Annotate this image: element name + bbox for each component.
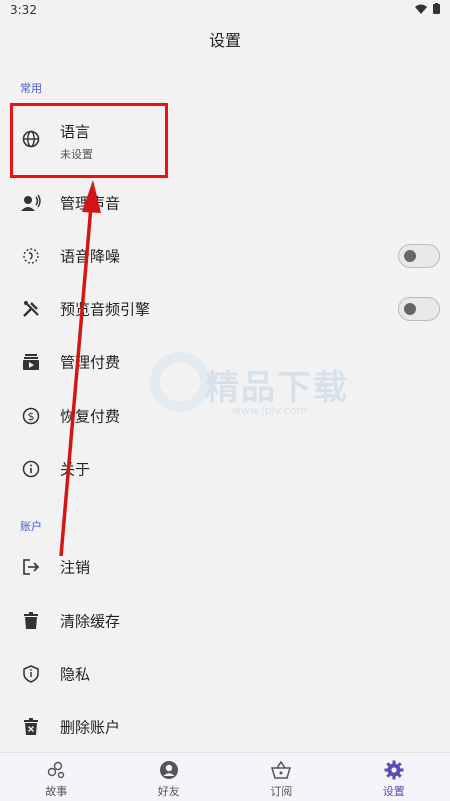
subscriptions-icon [20, 351, 42, 373]
about-row[interactable]: 关于 [0, 443, 450, 495]
bottom-nav: 故事 好友 订阅 设置 [0, 752, 450, 801]
manage-voice-row[interactable]: 管理声音 [0, 177, 450, 229]
about-label: 关于 [60, 459, 90, 480]
nav-stories[interactable]: 故事 [0, 753, 113, 801]
noise-reduction-label: 语音降噪 [60, 246, 120, 267]
noise-reduction-toggle[interactable] [398, 244, 440, 268]
watermark: 精品下载 www.jpjv.com [150, 352, 400, 432]
gear-icon [338, 759, 450, 781]
delete-icon [20, 716, 42, 738]
watermark-text: 精品下载 [205, 360, 349, 409]
noise-icon [20, 245, 42, 267]
status-time: 3:32 [10, 3, 37, 17]
manage-voice-label: 管理声音 [60, 193, 120, 214]
dollar-icon: $ [20, 405, 42, 427]
nav-settings[interactable]: 设置 [338, 753, 450, 801]
battery-icon [433, 3, 440, 14]
clear-cache-row[interactable]: 清除缓存 [0, 595, 450, 647]
manage-payments-label: 管理付费 [60, 352, 120, 373]
delete-account-label: 删除账户 [60, 717, 120, 738]
trash-icon [20, 610, 42, 632]
nav-friends-label: 好友 [113, 783, 226, 799]
toggle-knob [404, 250, 416, 262]
voice-icon [20, 192, 42, 214]
info-icon [20, 458, 42, 480]
nav-subscriptions-label: 订阅 [225, 783, 338, 799]
shield-icon [20, 663, 42, 685]
svg-text:$: $ [28, 410, 35, 423]
noise-reduction-row[interactable]: 语音降噪 [0, 230, 450, 282]
toggle-knob [404, 303, 416, 315]
preview-audio-label: 预览音频引擎 [60, 299, 150, 320]
privacy-label: 隐私 [60, 664, 90, 685]
logout-row[interactable]: 注销 [0, 541, 450, 593]
status-bar: 3:32 [0, 0, 450, 22]
title-bar: 设置 [0, 22, 450, 60]
restore-payments-label: 恢复付费 [60, 406, 120, 427]
tools-icon [20, 298, 42, 320]
page-title: 设置 [209, 31, 241, 50]
language-label: 语言 [60, 121, 90, 142]
nav-stories-label: 故事 [0, 783, 113, 799]
clear-cache-label: 清除缓存 [60, 611, 120, 632]
bubbles-icon [0, 759, 113, 781]
watermark-logo [150, 352, 210, 412]
basket-icon [225, 759, 338, 781]
wifi-icon [415, 4, 427, 14]
delete-account-row[interactable]: 删除账户 [0, 701, 450, 753]
status-icons [415, 3, 440, 14]
language-row[interactable]: 语言 未设置 [0, 113, 450, 169]
preview-audio-row[interactable]: 预览音频引擎 [0, 283, 450, 335]
watermark-url: www.jpjv.com [232, 404, 307, 417]
language-value: 未设置 [60, 146, 93, 162]
user-circle-icon [113, 759, 226, 781]
section-header-account: 账户 [20, 518, 42, 534]
privacy-row[interactable]: 隐私 [0, 648, 450, 700]
nav-subscriptions[interactable]: 订阅 [225, 753, 338, 801]
section-header-common: 常用 [20, 80, 42, 96]
preview-audio-toggle[interactable] [398, 297, 440, 321]
globe-icon [20, 128, 42, 150]
logout-icon [20, 556, 42, 578]
nav-friends[interactable]: 好友 [113, 753, 226, 801]
logout-label: 注销 [60, 557, 90, 578]
nav-settings-label: 设置 [338, 783, 450, 799]
